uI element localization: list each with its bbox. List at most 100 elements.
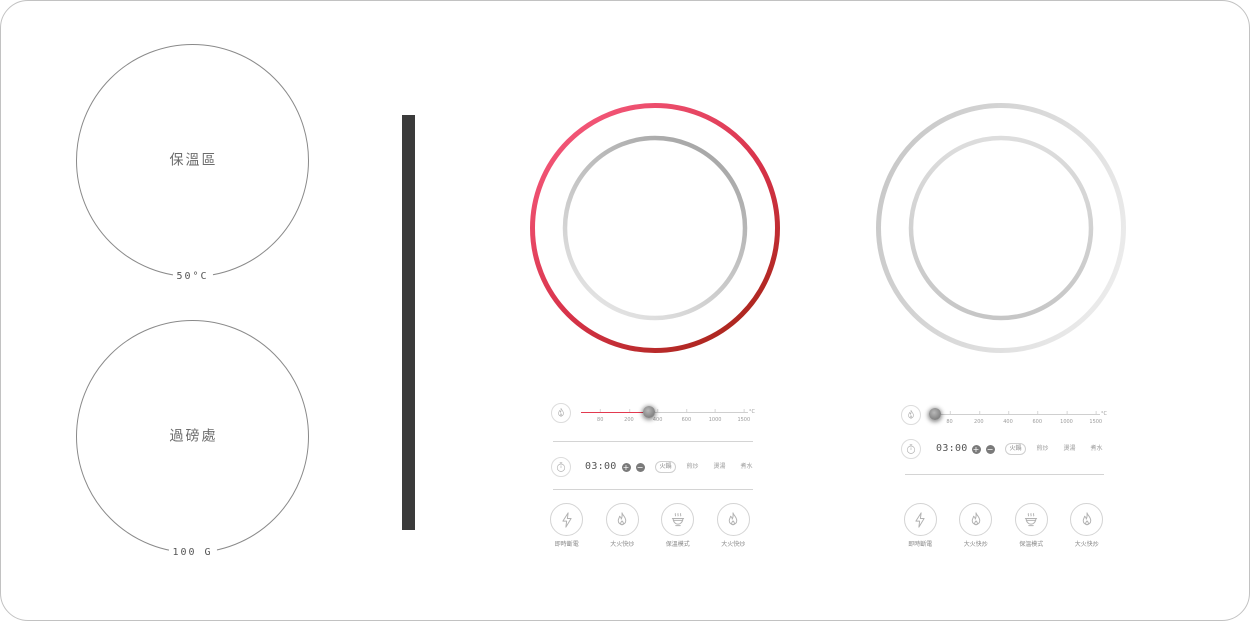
timer-plus-button[interactable]: + xyxy=(971,444,981,454)
mode-hotpot[interactable]: 火鍋 xyxy=(1002,443,1029,455)
high-heat-button[interactable] xyxy=(959,503,993,536)
action-high-heat: 大火快炒 xyxy=(948,503,1004,549)
action-high-heat-2: 大火快炒 xyxy=(706,503,762,549)
mode-soup[interactable]: 燙湯 xyxy=(1056,443,1083,455)
minus-icon: − xyxy=(636,462,644,472)
divider xyxy=(905,474,1104,475)
divider xyxy=(553,441,753,442)
action-high-heat: 大火快炒 xyxy=(595,503,651,549)
high-heat-button[interactable] xyxy=(1070,503,1104,536)
timer-button[interactable] xyxy=(551,457,571,477)
mode-boil-water[interactable]: 煮水 xyxy=(733,461,760,473)
burner-outer-ring xyxy=(530,103,780,353)
timer-icon xyxy=(556,462,566,472)
divider xyxy=(553,489,753,490)
mode-stir-fry[interactable]: 煎炒 xyxy=(679,461,706,473)
flame-icon xyxy=(618,511,627,525)
mode-label: 煮水 xyxy=(1090,445,1103,452)
keep-warm-button[interactable] xyxy=(1014,503,1048,536)
slider-tick-label: 80 xyxy=(946,411,953,425)
mode-hotpot[interactable]: 火鍋 xyxy=(652,461,679,473)
lightning-icon xyxy=(562,511,572,528)
slider-tick-label: 400 xyxy=(652,409,663,423)
slider-tick-label: 1000 xyxy=(708,409,722,423)
slider-tick-label: 200 xyxy=(624,409,634,423)
temperature-slider[interactable]: 80 200 400 600 1000 1500 °C xyxy=(581,406,755,423)
timer-minus-button[interactable]: − xyxy=(985,444,995,454)
action-label: 大火快炒 xyxy=(721,541,746,548)
mode-label: 燙湯 xyxy=(713,463,726,470)
action-label: 保溫模式 xyxy=(1019,541,1044,548)
action-high-heat-2: 大火快炒 xyxy=(1059,503,1115,549)
timer-button[interactable] xyxy=(901,439,921,459)
action-keep-warm: 保溫模式 xyxy=(650,503,706,549)
mode-label: 燙湯 xyxy=(1063,445,1076,452)
action-power-off: 即時斷電 xyxy=(893,503,949,549)
mode-soup[interactable]: 燙湯 xyxy=(706,461,733,473)
burner-left-controls: 80 200 400 600 1000 1500 °C 03:00 + − 火鍋… xyxy=(550,400,765,560)
mode-label: 火鍋 xyxy=(655,461,676,473)
slider-tick-label: 600 xyxy=(1032,411,1043,425)
plus-icon: + xyxy=(972,444,980,454)
warming-zone-label: 保溫區 xyxy=(169,152,218,169)
slider-tick-label: 200 xyxy=(974,411,984,425)
mode-stir-fry[interactable]: 煎炒 xyxy=(1029,443,1056,455)
quick-actions: 即時斷電 大火快炒 保溫模式 大火快炒 xyxy=(893,503,1115,549)
timer-plus-button[interactable]: + xyxy=(621,462,631,472)
flame-icon xyxy=(729,511,738,525)
temperature-button[interactable] xyxy=(551,403,571,423)
mode-boil-water[interactable]: 煮水 xyxy=(1083,443,1110,455)
temperature-button[interactable] xyxy=(901,405,921,425)
temperature-slider[interactable]: 80 200 400 600 1000 1500 °C xyxy=(929,408,1107,425)
bowl-icon xyxy=(671,512,684,526)
flame-icon xyxy=(908,409,914,419)
slider-fill xyxy=(581,411,650,414)
timer-minus-button[interactable]: − xyxy=(635,462,645,472)
cooking-modes: 火鍋 煎炒 燙湯 煮水 xyxy=(1002,443,1110,455)
slider-tick-label: 1500 xyxy=(737,409,751,423)
slider-tick-label: 1500 xyxy=(1089,411,1103,425)
plus-icon: + xyxy=(622,462,630,472)
mode-label: 火鍋 xyxy=(1005,443,1026,455)
slider-unit: °C xyxy=(1101,411,1107,417)
burner-inner-ring xyxy=(562,135,748,321)
cooking-modes: 火鍋 煎炒 燙湯 煮水 xyxy=(652,461,760,473)
high-heat-button[interactable] xyxy=(716,503,750,536)
weighing-zone: 過磅處 100 G xyxy=(76,320,309,559)
burner-right[interactable] xyxy=(876,103,1126,353)
flame-icon xyxy=(1082,511,1091,525)
power-off-button[interactable] xyxy=(550,503,584,536)
action-label: 大火快炒 xyxy=(1074,541,1099,548)
slider-unit: °C xyxy=(749,409,755,415)
action-label: 大火快炒 xyxy=(963,541,988,548)
power-off-button[interactable] xyxy=(903,503,937,536)
bowl-icon xyxy=(1025,512,1038,526)
divider-bar xyxy=(402,115,415,530)
slider-tick-label: 1000 xyxy=(1060,411,1073,425)
timer-display: 03:00 xyxy=(585,461,617,472)
mode-label: 煎炒 xyxy=(1036,445,1049,452)
keep-warm-button[interactable] xyxy=(661,503,695,536)
mode-label: 煎炒 xyxy=(686,463,699,470)
slider-tick-label: 80 xyxy=(597,409,604,423)
burner-outer-ring xyxy=(876,103,1126,353)
lightning-icon xyxy=(915,511,925,528)
slider-knob[interactable] xyxy=(929,408,942,420)
mode-label: 煮水 xyxy=(740,463,753,470)
slider-tick-label: 400 xyxy=(1003,411,1013,425)
timer-icon xyxy=(906,444,916,454)
minus-icon: − xyxy=(986,444,994,454)
burner-inner-ring xyxy=(908,135,1094,321)
weighing-zone-weight: 100 G xyxy=(168,547,217,559)
flame-icon xyxy=(558,407,564,417)
flame-icon xyxy=(971,511,980,525)
burner-right-controls: 80 200 400 600 1000 1500 °C 03:00 + − 火鍋… xyxy=(900,400,1115,560)
action-label: 即時斷電 xyxy=(554,541,579,548)
burner-left[interactable] xyxy=(530,103,780,353)
action-power-off: 即時斷電 xyxy=(539,503,595,549)
action-label: 即時斷電 xyxy=(908,541,933,548)
slider-tick-label: 600 xyxy=(681,409,692,423)
warming-zone-temperature: 50°C xyxy=(172,271,213,283)
quick-actions: 即時斷電 大火快炒 保溫模式 大火快炒 xyxy=(539,503,761,549)
high-heat-button[interactable] xyxy=(605,503,639,536)
